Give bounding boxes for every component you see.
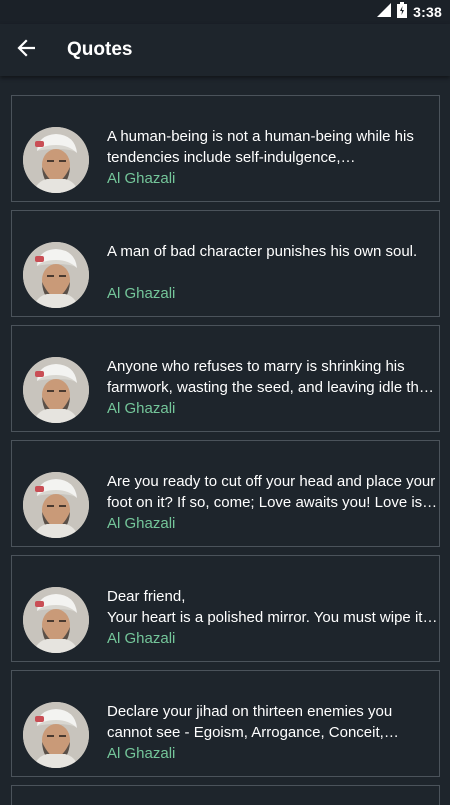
avatar <box>23 472 89 538</box>
toolbar: Quotes <box>0 24 450 76</box>
quote-text: Dear friend, Your heart is a polished mi… <box>107 588 423 626</box>
quote-card[interactable]: Dear friend, Your heart is a polished mi… <box>11 555 440 662</box>
avatar <box>23 587 89 653</box>
status-time: 3:38 <box>413 4 442 20</box>
arrow-left-icon <box>17 38 36 62</box>
quote-card[interactable] <box>11 785 440 805</box>
avatar <box>23 702 89 768</box>
status-bar: 3:38 <box>0 0 450 24</box>
quote-author: Al Ghazali <box>107 400 176 417</box>
quote-card[interactable]: Are you ready to cut off your head and p… <box>11 440 440 547</box>
battery-icon <box>397 1 408 23</box>
quote-card[interactable]: Anyone who refuses to marry is shrinking… <box>11 325 440 432</box>
quote-card[interactable]: Declare your jihad on thirteen enemies y… <box>11 670 440 777</box>
quote-text: A human-being is not a human-being while… <box>107 128 414 166</box>
signal-icon <box>377 2 392 22</box>
quote-author: Al Ghazali <box>107 515 176 532</box>
quote-text: Anyone who refuses to marry is shrinking… <box>107 358 428 396</box>
quote-author: Al Ghazali <box>107 285 176 302</box>
quote-author: Al Ghazali <box>107 630 176 647</box>
avatar <box>23 242 89 308</box>
quote-text: Are you ready to cut off your head and p… <box>107 473 436 511</box>
quote-author: Al Ghazali <box>107 170 176 187</box>
quote-text: Declare your jihad on thirteen enemies y… <box>107 703 393 741</box>
quote-card[interactable]: A man of bad character punishes his own … <box>11 210 440 317</box>
quote-text: A man of bad character punishes his own … <box>107 243 418 260</box>
quote-author: Al Ghazali <box>107 745 176 762</box>
avatar <box>23 357 89 423</box>
quotes-list[interactable]: A human-being is not a human-being while… <box>11 95 440 805</box>
quote-card[interactable]: A human-being is not a human-being while… <box>11 95 440 202</box>
back-button[interactable] <box>0 24 52 76</box>
avatar <box>23 127 89 193</box>
page-title: Quotes <box>67 39 133 60</box>
